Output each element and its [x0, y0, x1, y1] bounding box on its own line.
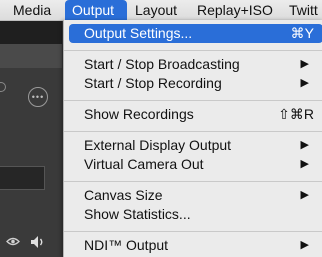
menu-item-start-stop-broadcasting[interactable]: Start / Stop Broadcasting ▶ — [69, 55, 322, 74]
menu-item-external-display-output[interactable]: External Display Output ▶ — [69, 136, 322, 155]
menu-separator — [64, 231, 322, 232]
menu-item-show-statistics[interactable]: Show Statistics... — [69, 205, 322, 224]
app-toolbar-strip — [0, 21, 62, 44]
menu-item-output-settings[interactable]: Output Settings... ⌘Y — [69, 24, 322, 43]
menu-item-start-stop-recording[interactable]: Start / Stop Recording ▶ — [69, 74, 322, 93]
speaker-icon[interactable] — [30, 235, 46, 249]
submenu-arrow-icon: ▶ — [300, 77, 309, 89]
submenu-arrow-icon: ▶ — [300, 189, 309, 201]
menu-item-label: External Display Output — [84, 137, 232, 153]
menu-item-shortcut: ⌘Y — [290, 25, 314, 41]
submenu-arrow-icon: ▶ — [300, 239, 309, 251]
menu-item-show-recordings[interactable]: Show Recordings ⇧⌘R — [69, 105, 322, 124]
menu-item-canvas-size[interactable]: Canvas Size ▶ — [69, 186, 322, 205]
menu-item-label: Output Settings... — [84, 25, 193, 41]
menu-separator — [64, 50, 322, 51]
menu-twitter[interactable]: Twitt — [289, 0, 318, 20]
menu-item-label: Start / Stop Broadcasting — [84, 56, 240, 72]
menu-item-label: Start / Stop Recording — [84, 75, 222, 91]
menu-item-label: Show Recordings — [84, 106, 194, 122]
menu-replay-iso[interactable]: Replay+ISO — [197, 0, 273, 20]
menu-separator — [64, 181, 322, 182]
menu-item-virtual-camera-out[interactable]: Virtual Camera Out ▶ — [69, 155, 322, 174]
menu-separator — [64, 100, 322, 101]
more-options-icon[interactable]: ••• — [28, 87, 48, 107]
menu-item-label: Virtual Camera Out — [84, 156, 204, 172]
menu-layout[interactable]: Layout — [135, 0, 177, 20]
menu-output[interactable]: Output — [65, 0, 127, 20]
menu-bar: Media Output Layout Replay+ISO Twitt — [0, 0, 322, 21]
menu-item-label: NDI™ Output — [84, 237, 169, 253]
submenu-arrow-icon: ▶ — [300, 158, 309, 170]
menu-item-shortcut: ⇧⌘R — [278, 106, 314, 122]
submenu-arrow-icon: ▶ — [300, 139, 309, 151]
menu-item-ndi-output[interactable]: NDI™ Output ▶ — [69, 236, 322, 255]
output-dropdown-menu: Output Settings... ⌘Y Start / Stop Broad… — [63, 20, 322, 257]
eye-icon[interactable] — [6, 237, 20, 246]
menu-item-label: Canvas Size — [84, 187, 163, 203]
menu-separator — [64, 131, 322, 132]
submenu-arrow-icon: ▶ — [300, 58, 309, 70]
menu-item-label: Show Statistics... — [84, 206, 191, 222]
app-panel-header — [0, 44, 62, 68]
app-input-field[interactable] — [0, 166, 45, 190]
menu-media[interactable]: Media — [13, 0, 51, 20]
